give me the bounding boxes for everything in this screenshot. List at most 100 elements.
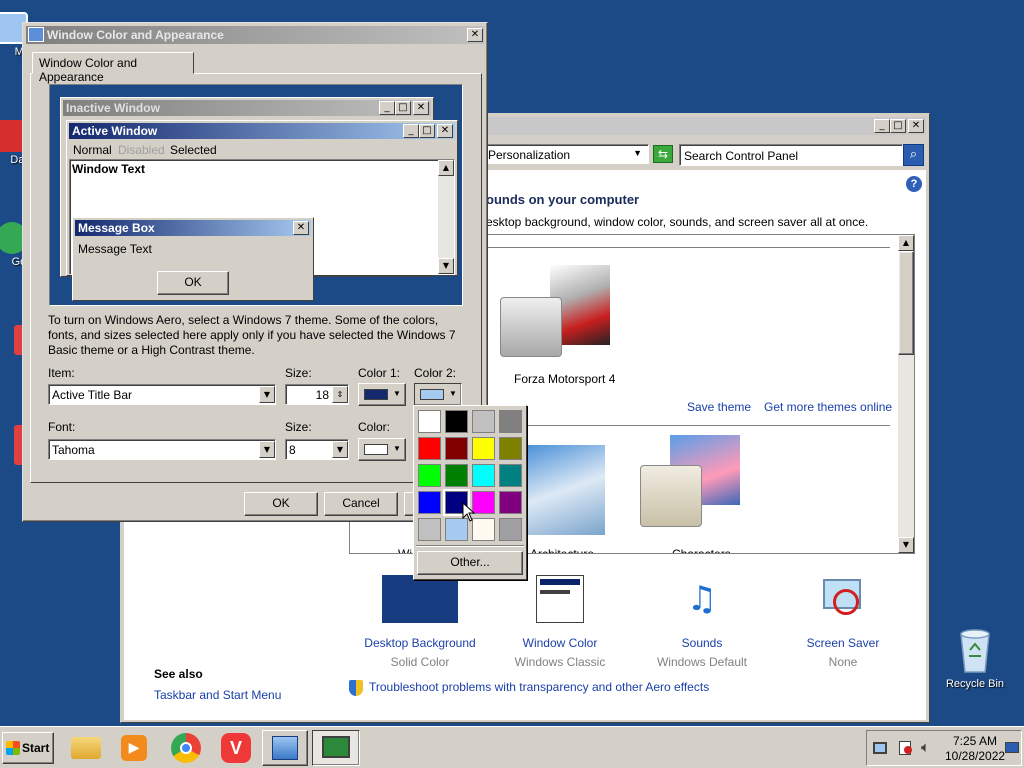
system-tray: 🔈︎ 7:25 AM 10/28/2022: [866, 730, 1022, 766]
color-swatch[interactable]: [499, 464, 522, 487]
save-theme-link[interactable]: Save theme: [687, 400, 751, 414]
spinner-icon[interactable]: ⇕: [332, 386, 348, 403]
title-bar[interactable]: Window Color and Appearance: [26, 26, 484, 44]
shield-icon: [349, 680, 363, 696]
font-select[interactable]: Tahoma ▼: [48, 439, 276, 460]
color-swatch[interactable]: [418, 491, 441, 514]
clock-time[interactable]: 7:25 AM: [953, 734, 997, 748]
ok-button[interactable]: OK: [244, 492, 318, 516]
tab-window-color[interactable]: Window Color and Appearance: [32, 52, 194, 84]
size-input[interactable]: 18 ⇕: [285, 384, 349, 405]
show-desktop-icon[interactable]: [1005, 742, 1019, 753]
help-icon[interactable]: ?: [906, 176, 922, 192]
color-swatch[interactable]: [445, 464, 468, 487]
appearance-taskbar-button[interactable]: [312, 730, 360, 766]
screen-saver-item[interactable]: Screen Saver None: [783, 575, 903, 669]
menu-normal: Normal: [73, 143, 112, 157]
theme-label: Characters: [672, 547, 731, 553]
vivaldi-taskbar-button[interactable]: V: [216, 731, 256, 765]
theme-thumbnail-architecture[interactable]: [525, 445, 605, 535]
color-swatch[interactable]: [499, 410, 522, 433]
vivaldi-icon: V: [221, 733, 251, 763]
control-panel-taskbar-button[interactable]: [262, 730, 308, 766]
color-swatch[interactable]: [499, 437, 522, 460]
palette-separator: [416, 545, 524, 547]
maximize-button[interactable]: □: [890, 119, 906, 133]
color-swatch[interactable]: [445, 410, 468, 433]
color-swatch[interactable]: [418, 437, 441, 460]
color2-button[interactable]: ▼: [414, 383, 462, 406]
msgbox-title-bar: Message Box: [75, 220, 311, 236]
minimize-icon: _: [403, 124, 419, 138]
minimize-icon: _: [379, 101, 395, 115]
color-swatch[interactable]: [499, 518, 522, 541]
scroll-thumb[interactable]: [898, 251, 914, 355]
search-input[interactable]: Search Control Panel: [679, 144, 903, 166]
desktop-icon-recycle-bin[interactable]: Recycle Bin: [942, 626, 1008, 690]
font-color-button[interactable]: ▼: [358, 438, 406, 461]
sounds-item[interactable]: ♫ Sounds Windows Default: [642, 575, 762, 669]
chevron-down-icon: ▼: [449, 389, 457, 398]
chevron-down-icon: ▼: [393, 389, 401, 398]
item-select[interactable]: Active Title Bar ▼: [48, 384, 276, 405]
color-swatch[interactable]: [472, 410, 495, 433]
theme-label: Wi: [398, 547, 412, 553]
font-size-select[interactable]: 8 ▼: [285, 439, 349, 460]
preview-ok-button: OK: [157, 271, 229, 295]
window-color-item[interactable]: Window Color Windows Classic: [500, 575, 620, 669]
color-swatch[interactable]: [445, 437, 468, 460]
folder-icon: [71, 737, 101, 759]
taskbar-start-menu-link[interactable]: Taskbar and Start Menu: [154, 688, 281, 702]
close-icon: ✕: [413, 101, 429, 115]
color-swatch[interactable]: [418, 464, 441, 487]
chevron-down-icon[interactable]: ▼: [332, 441, 348, 458]
divider: [470, 247, 890, 248]
chrome-taskbar-button[interactable]: [166, 731, 206, 765]
desktop-background-item[interactable]: Desktop Background Solid Color: [360, 575, 480, 669]
start-button[interactable]: Start: [2, 732, 54, 764]
color-swatch[interactable]: [418, 518, 441, 541]
minimize-button[interactable]: _: [874, 119, 890, 133]
window-app-icon: [28, 27, 44, 42]
chevron-down-icon[interactable]: ▼: [633, 148, 642, 158]
color-swatch[interactable]: [472, 464, 495, 487]
color1-label: Color 1:: [358, 366, 401, 380]
preview-scrollbar: ▲ ▼: [438, 160, 454, 274]
color1-button[interactable]: ▼: [358, 383, 406, 406]
get-more-themes-link[interactable]: Get more themes online: [764, 400, 892, 414]
preview-area: Inactive Window _ □ ✕ Active Window _ □ …: [49, 84, 463, 306]
inactive-title-bar: Inactive Window: [63, 100, 431, 116]
recycle-bin-icon: [960, 629, 990, 673]
refresh-icon[interactable]: ⇆: [653, 145, 673, 163]
mouse-cursor-icon: [462, 502, 476, 522]
media-player-taskbar-button[interactable]: ▶: [114, 731, 154, 765]
theme-thumbnail-characters[interactable]: [640, 435, 750, 535]
theme-preview-image: [500, 297, 562, 357]
scroll-down-button[interactable]: ▼: [898, 537, 914, 553]
cancel-button[interactable]: Cancel: [324, 492, 398, 516]
clock-date[interactable]: 10/28/2022: [945, 749, 1005, 763]
other-colors-button[interactable]: Other...: [417, 551, 523, 575]
color-swatch[interactable]: [499, 491, 522, 514]
desktop-background-icon: [382, 575, 458, 623]
media-player-icon: ▶: [121, 735, 147, 761]
close-button[interactable]: ✕: [908, 119, 924, 133]
search-icon[interactable]: ⌕: [903, 144, 924, 166]
chevron-down-icon[interactable]: ▼: [259, 386, 275, 403]
theme-thumbnail-forza[interactable]: [500, 265, 620, 365]
menu-disabled: Disabled: [118, 143, 165, 157]
scroll-up-button[interactable]: ▲: [898, 235, 914, 251]
control-panel-icon: [272, 736, 298, 760]
explorer-taskbar-button[interactable]: [66, 731, 106, 765]
network-icon[interactable]: [873, 742, 887, 754]
color-swatch[interactable]: [472, 437, 495, 460]
color-swatch[interactable]: [418, 410, 441, 433]
sounds-icon: ♫: [686, 579, 718, 619]
windows-logo-icon: [6, 741, 20, 755]
vertical-scrollbar[interactable]: ▲ ▼: [898, 235, 914, 553]
troubleshoot-link[interactable]: Troubleshoot problems with transparency …: [369, 680, 709, 694]
chevron-down-icon[interactable]: ▼: [259, 441, 275, 458]
action-center-icon[interactable]: [899, 741, 912, 755]
volume-icon[interactable]: 🔈︎: [921, 738, 930, 756]
close-button[interactable]: ✕: [467, 28, 483, 42]
